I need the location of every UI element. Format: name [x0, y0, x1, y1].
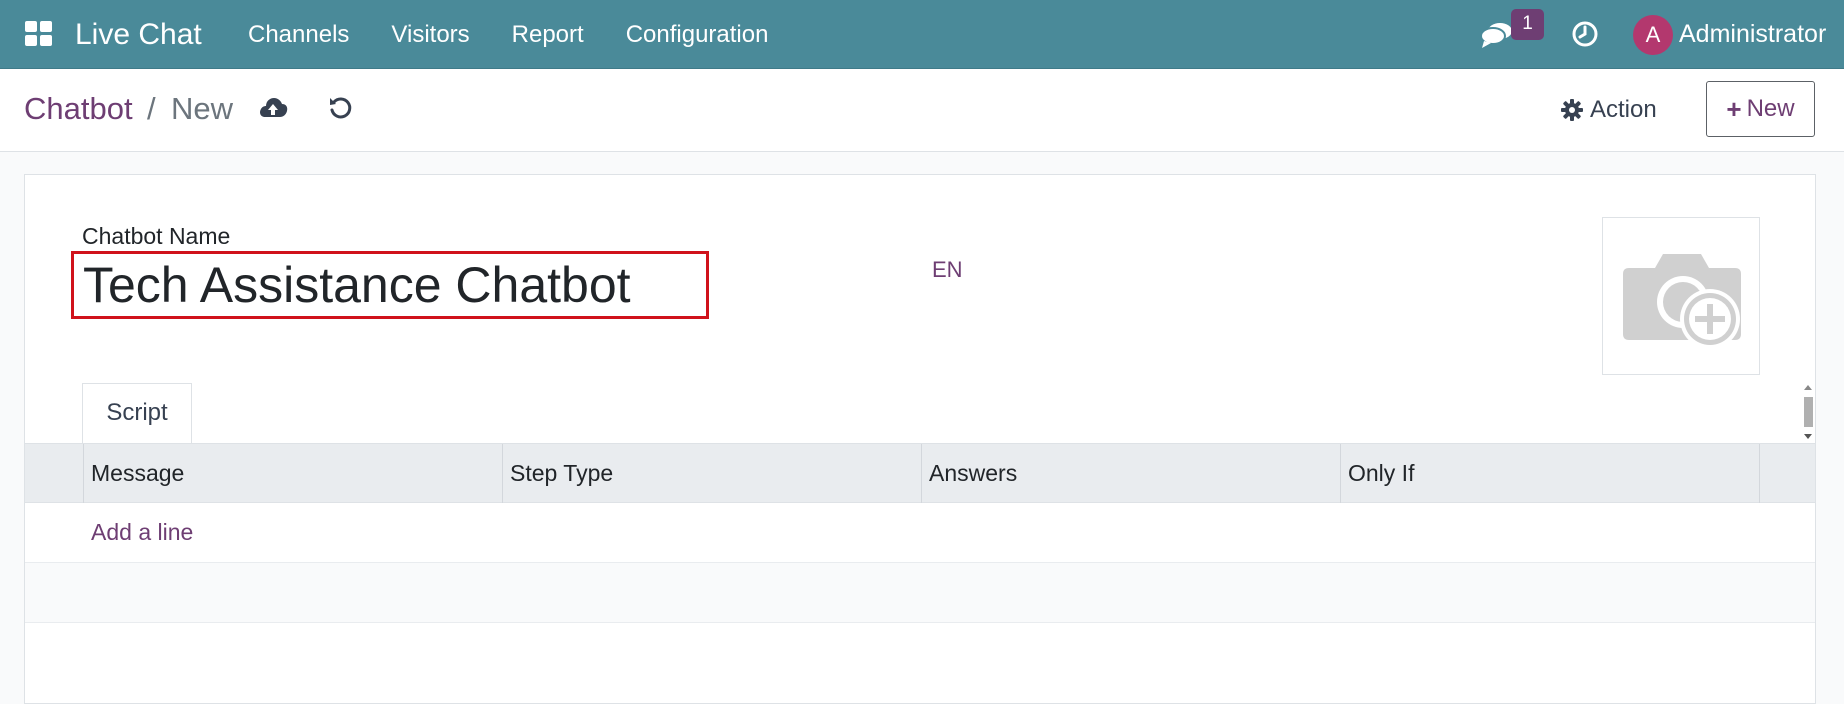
breadcrumb-chatbot[interactable]: Chatbot — [24, 91, 133, 127]
chat-icon[interactable] — [1480, 20, 1514, 50]
plus-icon: + — [1726, 94, 1742, 124]
tab-script[interactable]: Script — [82, 383, 192, 443]
app-title[interactable]: Live Chat — [75, 17, 202, 53]
apps-grid-icon[interactable] — [24, 20, 54, 48]
menu-item-configuration[interactable]: Configuration — [626, 20, 769, 50]
column-step-type[interactable]: Step Type — [502, 444, 921, 503]
undo-icon[interactable] — [327, 94, 355, 122]
action-label: Action — [1590, 96, 1657, 123]
user-name[interactable]: Administrator — [1679, 19, 1826, 49]
chatbot-name-input[interactable]: Tech Assistance Chatbot — [71, 251, 709, 319]
table-row-empty — [25, 563, 1815, 623]
breadcrumb-separator: / — [147, 91, 156, 126]
vertical-scrollbar[interactable] — [1801, 383, 1815, 441]
action-button[interactable]: Action — [1560, 93, 1657, 127]
camera-plus-icon — [1623, 254, 1741, 349]
main-menu: Channels Visitors Report Configuration — [248, 20, 810, 50]
column-answers[interactable]: Answers — [921, 444, 1340, 503]
cloud-upload-icon[interactable] — [258, 95, 288, 121]
new-button[interactable]: + New — [1706, 81, 1815, 137]
new-label: New — [1746, 95, 1795, 122]
column-spacer — [1759, 444, 1815, 503]
clock-icon[interactable] — [1571, 20, 1599, 48]
breadcrumb-current: New — [171, 91, 234, 126]
avatar[interactable]: A — [1633, 15, 1673, 55]
table-row-add: Add a line — [25, 503, 1815, 563]
chat-badge: 1 — [1511, 9, 1544, 40]
column-message[interactable]: Message — [83, 444, 502, 503]
script-table-header: Message Step Type Answers Only If — [25, 443, 1815, 503]
column-only-if[interactable]: Only If — [1340, 444, 1759, 503]
add-line-link[interactable]: Add a line — [91, 519, 193, 546]
chatbot-name-label: Chatbot Name — [82, 223, 231, 249]
control-panel: Chatbot / New Action + New — [0, 69, 1844, 152]
image-upload[interactable] — [1602, 217, 1760, 375]
menu-item-visitors[interactable]: Visitors — [391, 20, 469, 50]
gear-icon — [1561, 99, 1583, 121]
top-navbar: Live Chat Channels Visitors Report Confi… — [0, 0, 1844, 69]
language-button[interactable]: EN — [932, 257, 963, 283]
form-sheet: Chatbot Name Tech Assistance Chatbot EN … — [24, 174, 1816, 704]
menu-item-report[interactable]: Report — [512, 20, 584, 50]
menu-item-channels[interactable]: Channels — [248, 20, 349, 50]
